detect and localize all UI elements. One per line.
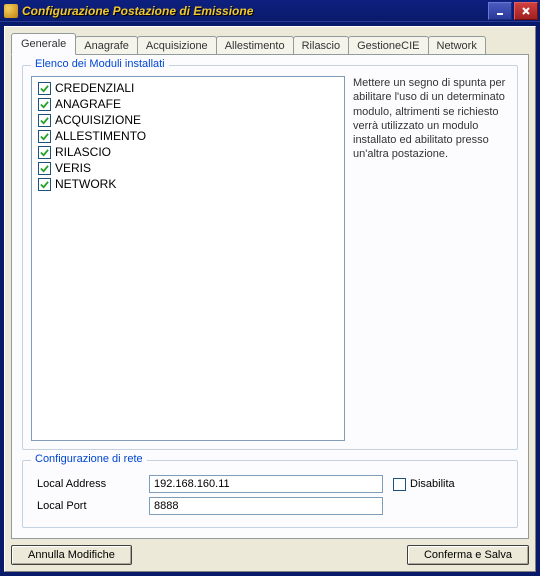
- footer-buttons: Annulla Modifiche Conferma e Salva: [11, 545, 529, 565]
- check-icon[interactable]: [38, 178, 51, 191]
- tab-generale[interactable]: Generale: [11, 33, 76, 55]
- close-button[interactable]: [514, 2, 538, 20]
- module-item-network[interactable]: NETWORK: [38, 177, 338, 191]
- tab-gestionecie[interactable]: GestioneCIE: [348, 36, 428, 55]
- tabs-row: Generale Anagrafe Acquisizione Allestime…: [11, 33, 529, 55]
- module-label: ANAGRAFE: [55, 97, 121, 111]
- check-icon[interactable]: [38, 82, 51, 95]
- config-window: Configurazione Postazione di Emissione G…: [0, 0, 540, 576]
- modules-description: Mettere un segno di spunta per abilitare…: [351, 76, 509, 441]
- modules-group: Elenco dei Moduli installati CREDENZIALI…: [22, 65, 518, 450]
- check-icon[interactable]: [38, 130, 51, 143]
- app-icon: [4, 4, 18, 18]
- network-group: Configurazione di rete Local Address Dis…: [22, 460, 518, 528]
- local-address-label: Local Address: [31, 478, 149, 490]
- disable-label: Disabilita: [410, 478, 455, 490]
- tab-rilascio[interactable]: Rilascio: [293, 36, 350, 55]
- client-area: Generale Anagrafe Acquisizione Allestime…: [4, 26, 536, 572]
- module-item-veris[interactable]: VERIS: [38, 161, 338, 175]
- titlebar-controls: [486, 2, 538, 20]
- check-icon[interactable]: [38, 146, 51, 159]
- save-button[interactable]: Conferma e Salva: [407, 545, 529, 565]
- module-label: VERIS: [55, 161, 91, 175]
- minimize-button[interactable]: [488, 2, 512, 20]
- module-label: ALLESTIMENTO: [55, 129, 146, 143]
- check-icon[interactable]: [38, 98, 51, 111]
- window-title: Configurazione Postazione di Emissione: [22, 4, 486, 18]
- tab-network[interactable]: Network: [428, 36, 486, 55]
- titlebar[interactable]: Configurazione Postazione di Emissione: [0, 0, 540, 22]
- check-icon[interactable]: [38, 162, 51, 175]
- module-item-allestimento[interactable]: ALLESTIMENTO: [38, 129, 338, 143]
- module-item-rilascio[interactable]: RILASCIO: [38, 145, 338, 159]
- tab-acquisizione[interactable]: Acquisizione: [137, 36, 217, 55]
- module-item-credenziali[interactable]: CREDENZIALI: [38, 81, 338, 95]
- module-item-acquisizione[interactable]: ACQUISIZIONE: [38, 113, 338, 127]
- tab-anagrafe[interactable]: Anagrafe: [75, 36, 138, 55]
- local-port-label: Local Port: [31, 500, 149, 512]
- modules-listbox[interactable]: CREDENZIALI ANAGRAFE ACQUISIZIONE A: [31, 76, 345, 441]
- module-label: RILASCIO: [55, 145, 111, 159]
- checkbox-icon[interactable]: [393, 478, 406, 491]
- network-legend: Configurazione di rete: [31, 453, 147, 465]
- local-port-input[interactable]: [149, 497, 383, 515]
- module-label: CREDENZIALI: [55, 81, 134, 95]
- disable-checkbox[interactable]: Disabilita: [393, 478, 455, 491]
- cancel-button[interactable]: Annulla Modifiche: [11, 545, 132, 565]
- tab-allestimento[interactable]: Allestimento: [216, 36, 294, 55]
- check-icon[interactable]: [38, 114, 51, 127]
- tab-page-generale: Elenco dei Moduli installati CREDENZIALI…: [11, 54, 529, 539]
- module-label: ACQUISIZIONE: [55, 113, 141, 127]
- local-address-input[interactable]: [149, 475, 383, 493]
- module-label: NETWORK: [55, 177, 116, 191]
- module-item-anagrafe[interactable]: ANAGRAFE: [38, 97, 338, 111]
- modules-legend: Elenco dei Moduli installati: [31, 58, 169, 70]
